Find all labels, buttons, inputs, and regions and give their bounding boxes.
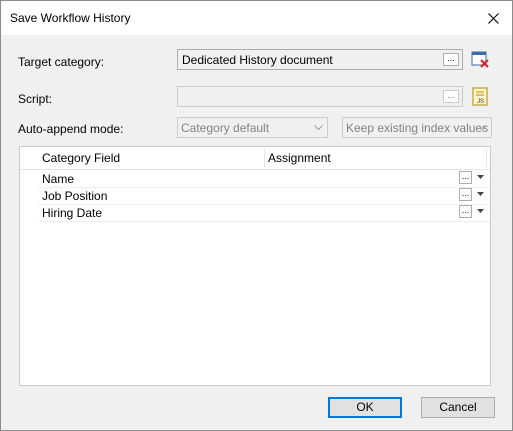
target-category-browse-button[interactable]: ...	[443, 53, 459, 66]
svg-text:JS: JS	[477, 99, 484, 105]
row-field-name: Name	[42, 172, 75, 186]
index-mode-value: Keep existing index values	[346, 121, 489, 135]
target-category-value: Dedicated History document	[182, 53, 333, 67]
grid-header: Category Field Assignment	[20, 147, 490, 170]
row-browse-button[interactable]: ...	[459, 171, 472, 184]
column-separator[interactable]	[264, 149, 265, 167]
js-script-button[interactable]: JS	[470, 86, 491, 107]
cancel-button[interactable]: Cancel	[421, 397, 495, 418]
table-row[interactable]: Hiring Date ...	[38, 204, 490, 222]
dialog-window: Save Workflow History Target category: D…	[0, 0, 513, 431]
target-category-field[interactable]: Dedicated History document ...	[177, 49, 463, 70]
clear-category-button[interactable]	[470, 49, 491, 70]
close-icon	[487, 12, 499, 24]
chevron-down-icon[interactable]	[477, 209, 484, 214]
index-mode-select[interactable]: Keep existing index values	[342, 117, 492, 138]
window-title: Save Workflow History	[10, 11, 131, 25]
script-label: Script:	[18, 92, 53, 106]
column-separator[interactable]	[486, 149, 487, 167]
target-category-label: Target category:	[18, 55, 105, 69]
category-clear-icon	[471, 51, 489, 68]
chevron-down-icon[interactable]	[477, 192, 484, 197]
table-row[interactable]: Name ...	[38, 170, 490, 188]
row-field-name: Hiring Date	[42, 206, 103, 220]
auto-append-label: Auto-append mode:	[18, 122, 124, 136]
auto-append-value: Category default	[181, 121, 270, 135]
title-bar: Save Workflow History	[1, 1, 512, 35]
js-script-icon: JS	[472, 87, 488, 106]
column-header-assignment[interactable]: Assignment	[268, 151, 331, 165]
chevron-down-icon	[314, 125, 323, 131]
auto-append-select[interactable]: Category default	[177, 117, 328, 138]
script-browse-button[interactable]: ...	[443, 90, 459, 103]
close-button[interactable]	[474, 1, 512, 35]
ok-button[interactable]: OK	[328, 397, 402, 418]
column-header-category-field[interactable]: Category Field	[42, 151, 120, 165]
field-assignment-grid[interactable]: Category Field Assignment Name ... Job P…	[19, 146, 491, 386]
script-field[interactable]: ...	[177, 86, 463, 107]
chevron-down-icon[interactable]	[477, 175, 484, 180]
row-field-name: Job Position	[42, 189, 108, 203]
row-browse-button[interactable]: ...	[459, 205, 472, 218]
table-row[interactable]: Job Position ...	[38, 187, 490, 205]
row-browse-button[interactable]: ...	[459, 188, 472, 201]
chevron-down-icon	[478, 125, 487, 131]
